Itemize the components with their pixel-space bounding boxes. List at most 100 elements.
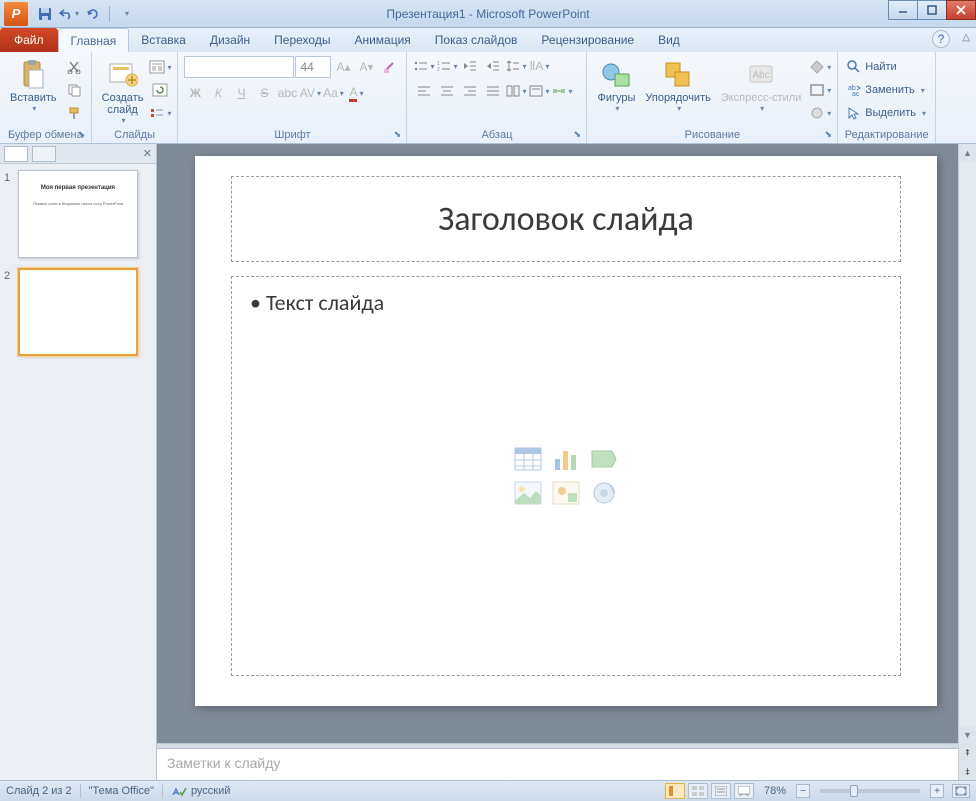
italic-icon[interactable]: К [207, 83, 229, 103]
justify-icon[interactable] [482, 81, 504, 101]
bullets-icon[interactable]: ▾ [413, 56, 435, 76]
slide-canvas[interactable]: Заголовок слайда Текст слайда [195, 156, 937, 706]
thumbnail-row[interactable]: 1 Моя первая презентация Первые шаги в б… [4, 170, 152, 258]
thumbnail-1[interactable]: Моя первая презентация Первые шаги в без… [18, 170, 138, 258]
font-color-icon[interactable]: A▾ [345, 83, 367, 103]
copy-icon[interactable] [63, 79, 85, 101]
shape-effects-icon[interactable]: ▾ [809, 102, 831, 124]
normal-view-icon[interactable] [665, 783, 685, 799]
format-painter-icon[interactable] [63, 102, 85, 124]
text-direction-icon[interactable]: ⅡA▾ [528, 56, 550, 76]
insert-clipart-icon[interactable] [550, 479, 582, 507]
reset-slide-icon[interactable] [149, 79, 171, 101]
spellcheck-icon[interactable] [171, 783, 187, 800]
tab-design[interactable]: Дизайн [198, 28, 262, 52]
language[interactable]: русский [191, 785, 230, 797]
reading-view-icon[interactable] [711, 783, 731, 799]
tab-view[interactable]: Вид [646, 28, 692, 52]
dec-indent-icon[interactable] [459, 56, 481, 76]
shape-outline-icon[interactable]: ▾ [809, 79, 831, 101]
tab-review[interactable]: Рецензирование [529, 28, 646, 52]
arrange-button[interactable]: Упорядочить▾ [641, 56, 714, 115]
columns-icon[interactable]: ▾ [505, 81, 527, 101]
shape-fill-icon[interactable]: ▾ [809, 56, 831, 78]
scroll-up-icon[interactable]: ▲ [959, 144, 976, 162]
layout-icon[interactable]: ▾ [149, 56, 171, 78]
font-size-combo[interactable]: 44 [295, 56, 331, 78]
quick-styles-button[interactable]: Abc Экспресс-стили▾ [717, 56, 805, 115]
inc-indent-icon[interactable] [482, 56, 504, 76]
tab-animation[interactable]: Анимация [342, 28, 422, 52]
replace-button[interactable]: abacЗаменить▾ [844, 79, 927, 101]
font-family-combo[interactable] [184, 56, 294, 78]
line-spacing-icon[interactable]: ▾ [505, 56, 527, 76]
prev-slide-icon[interactable]: ⤉ [959, 744, 976, 762]
sorter-view-icon[interactable] [688, 783, 708, 799]
slide-counter[interactable]: Слайд 2 из 2 [6, 785, 72, 797]
maximize-button[interactable] [917, 0, 947, 20]
insert-chart-icon[interactable] [550, 445, 582, 473]
vertical-scrollbar[interactable]: ▲ ▼ ⤉ ⤈ [958, 144, 976, 780]
tab-home[interactable]: Главная [58, 28, 130, 52]
align-left-icon[interactable] [413, 81, 435, 101]
zoom-thumb[interactable] [850, 785, 858, 797]
zoom-out-icon[interactable]: − [796, 784, 810, 798]
next-slide-icon[interactable]: ⤈ [959, 762, 976, 780]
bold-icon[interactable]: Ж [184, 83, 206, 103]
zoom-percent[interactable]: 78% [764, 785, 786, 797]
notes-pane[interactable]: Заметки к слайду [157, 748, 958, 780]
thumbnail-2[interactable] [18, 268, 138, 356]
tab-transitions[interactable]: Переходы [262, 28, 342, 52]
shapes-button[interactable]: Фигуры▾ [593, 56, 639, 115]
numbering-icon[interactable]: 12▾ [436, 56, 458, 76]
panel-close-icon[interactable]: ✕ [143, 147, 152, 160]
new-slide-button[interactable]: Создать слайд▾ [98, 56, 148, 127]
file-tab[interactable]: Файл [0, 28, 58, 52]
outline-tab-icon[interactable] [32, 146, 56, 162]
redo-icon[interactable] [82, 3, 104, 25]
tab-insert[interactable]: Вставка [129, 28, 198, 52]
align-center-icon[interactable] [436, 81, 458, 101]
spacing-icon[interactable]: AV▾ [299, 83, 321, 103]
close-button[interactable] [946, 0, 976, 20]
slideshow-view-icon[interactable] [734, 783, 754, 799]
zoom-slider[interactable] [820, 789, 920, 793]
shadow-icon[interactable]: abc [276, 83, 298, 103]
smartart-icon[interactable]: ▾ [551, 81, 573, 101]
section-icon[interactable]: ▾ [149, 102, 171, 124]
clear-format-icon[interactable] [378, 57, 400, 77]
slides-tab-icon[interactable] [4, 146, 28, 162]
paste-button[interactable]: Вставить▾ [6, 56, 61, 115]
collapse-ribbon-icon[interactable]: △ [962, 32, 970, 43]
paragraph-launcher-icon[interactable]: ⬊ [570, 127, 584, 141]
clipboard-launcher-icon[interactable]: ⬊ [75, 127, 89, 141]
align-text-icon[interactable]: ▾ [528, 81, 550, 101]
insert-smartart-icon[interactable] [588, 445, 620, 473]
font-launcher-icon[interactable]: ⬊ [390, 127, 404, 141]
select-button[interactable]: Выделить▾ [844, 102, 929, 124]
undo-icon[interactable]: ▾ [58, 3, 80, 25]
cut-icon[interactable] [63, 56, 85, 78]
help-icon[interactable]: ? [932, 30, 950, 48]
fit-window-icon[interactable] [952, 784, 970, 798]
find-button[interactable]: Найти [844, 56, 899, 78]
underline-icon[interactable]: Ч [230, 83, 252, 103]
insert-media-icon[interactable] [588, 479, 620, 507]
zoom-in-icon[interactable]: + [930, 784, 944, 798]
content-placeholder[interactable]: Текст слайда [231, 276, 901, 676]
align-right-icon[interactable] [459, 81, 481, 101]
theme-name[interactable]: "Тема Office" [89, 785, 154, 797]
title-placeholder[interactable]: Заголовок слайда [231, 176, 901, 262]
insert-picture-icon[interactable] [512, 479, 544, 507]
save-icon[interactable] [34, 3, 56, 25]
drawing-launcher-icon[interactable]: ⬊ [821, 127, 835, 141]
insert-table-icon[interactable] [512, 445, 544, 473]
case-icon[interactable]: Aa▾ [322, 83, 344, 103]
qat-customize-icon[interactable]: ▾ [115, 3, 137, 25]
grow-font-icon[interactable]: A▴ [332, 57, 354, 77]
scroll-down-icon[interactable]: ▼ [959, 726, 976, 744]
tab-slideshow[interactable]: Показ слайдов [423, 28, 530, 52]
strike-icon[interactable]: S [253, 83, 275, 103]
minimize-button[interactable] [888, 0, 918, 20]
shrink-font-icon[interactable]: A▾ [355, 57, 377, 77]
